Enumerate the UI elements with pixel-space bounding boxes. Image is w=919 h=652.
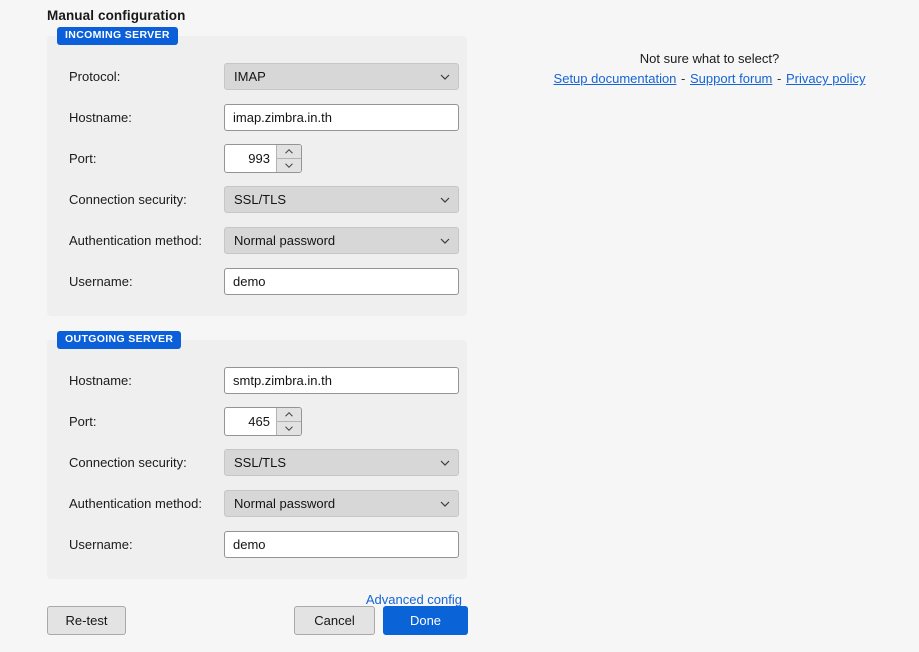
- incoming-protocol-value: IMAP: [234, 69, 266, 84]
- incoming-hostname-value: imap.zimbra.in.th: [233, 110, 332, 125]
- re-test-button[interactable]: Re-test: [47, 606, 126, 635]
- incoming-server-panel: INCOMING SERVER Protocol: IMAP Hostname:: [47, 27, 467, 316]
- page-title: Manual configuration: [47, 8, 186, 23]
- advanced-config-link[interactable]: Advanced config: [366, 592, 462, 607]
- chevron-down-icon: [440, 236, 450, 245]
- stepper-down-icon[interactable]: [277, 421, 301, 435]
- row-incoming-port: Port: 993: [59, 138, 455, 179]
- setup-documentation-link[interactable]: Setup documentation: [554, 71, 677, 86]
- incoming-connection-security-select[interactable]: SSL/TLS: [224, 186, 459, 213]
- row-outgoing-connection-security: Connection security: SSL/TLS: [59, 442, 459, 483]
- row-outgoing-port: Port: 465: [59, 401, 455, 442]
- outgoing-username-input[interactable]: demo: [224, 531, 459, 558]
- outgoing-hostname-input[interactable]: smtp.zimbra.in.th: [224, 367, 459, 394]
- help-column: Not sure what to select? Setup documenta…: [500, 50, 919, 88]
- label-incoming-authentication-method: Authentication method:: [69, 233, 202, 248]
- outgoing-connection-security-value: SSL/TLS: [234, 455, 287, 470]
- row-outgoing-hostname: Hostname: smtp.zimbra.in.th: [59, 360, 459, 401]
- row-incoming-connection-security: Connection security: SSL/TLS: [59, 179, 459, 220]
- label-incoming-username: Username:: [69, 274, 133, 289]
- row-incoming-protocol: Protocol: IMAP: [59, 56, 459, 97]
- outgoing-port-stepper-buttons: [276, 408, 301, 435]
- label-incoming-port: Port:: [69, 151, 97, 166]
- incoming-authentication-method-select[interactable]: Normal password: [224, 227, 459, 254]
- label-outgoing-hostname: Hostname:: [69, 373, 132, 388]
- incoming-username-input[interactable]: demo: [224, 268, 459, 295]
- outgoing-authentication-method-select[interactable]: Normal password: [224, 490, 459, 517]
- incoming-protocol-select[interactable]: IMAP: [224, 63, 459, 90]
- outgoing-username-value: demo: [233, 537, 266, 552]
- row-outgoing-authentication-method: Authentication method: Normal password: [59, 483, 459, 524]
- label-outgoing-port: Port:: [69, 414, 97, 429]
- incoming-port-stepper[interactable]: 993: [224, 144, 302, 173]
- chevron-down-icon: [440, 195, 450, 204]
- cancel-button[interactable]: Cancel: [294, 606, 375, 635]
- row-outgoing-username: Username: demo: [59, 524, 459, 565]
- outgoing-authentication-method-value: Normal password: [234, 496, 336, 511]
- incoming-server-badge: INCOMING SERVER: [57, 27, 178, 45]
- incoming-hostname-input[interactable]: imap.zimbra.in.th: [224, 104, 459, 131]
- help-links: Setup documentation - Support forum - Pr…: [500, 70, 919, 88]
- outgoing-hostname-value: smtp.zimbra.in.th: [233, 373, 332, 388]
- outgoing-server-panel: OUTGOING SERVER Hostname: smtp.zimbra.in…: [47, 331, 467, 579]
- chevron-down-icon: [440, 499, 450, 508]
- row-incoming-username: Username: demo: [59, 261, 459, 302]
- stepper-down-icon[interactable]: [277, 158, 301, 172]
- done-button[interactable]: Done: [383, 606, 468, 635]
- privacy-policy-link[interactable]: Privacy policy: [786, 71, 865, 86]
- row-incoming-authentication-method: Authentication method: Normal password: [59, 220, 459, 261]
- help-question: Not sure what to select?: [639, 51, 780, 66]
- footer-button-bar: Re-test Cancel Done: [47, 606, 468, 636]
- help-link-separator: -: [681, 71, 686, 86]
- incoming-port-stepper-buttons: [276, 145, 301, 172]
- chevron-down-icon: [440, 72, 450, 81]
- outgoing-server-badge: OUTGOING SERVER: [57, 331, 182, 349]
- label-incoming-protocol: Protocol:: [69, 69, 121, 84]
- label-outgoing-connection-security: Connection security:: [69, 455, 187, 470]
- advanced-config-row: Advanced config: [47, 592, 467, 607]
- help-link-separator: -: [777, 71, 782, 86]
- outgoing-port-value: 465: [248, 414, 270, 429]
- stepper-up-icon[interactable]: [277, 145, 301, 158]
- label-outgoing-username: Username:: [69, 537, 133, 552]
- label-outgoing-authentication-method: Authentication method:: [69, 496, 202, 511]
- outgoing-connection-security-select[interactable]: SSL/TLS: [224, 449, 459, 476]
- manual-configuration-page: Manual configuration INCOMING SERVER Pro…: [0, 0, 919, 652]
- outgoing-port-stepper[interactable]: 465: [224, 407, 302, 436]
- config-column: INCOMING SERVER Protocol: IMAP Hostname:: [47, 27, 467, 607]
- row-incoming-hostname: Hostname: imap.zimbra.in.th: [59, 97, 459, 138]
- incoming-username-value: demo: [233, 274, 266, 289]
- label-incoming-connection-security: Connection security:: [69, 192, 187, 207]
- incoming-connection-security-value: SSL/TLS: [234, 192, 287, 207]
- support-forum-link[interactable]: Support forum: [690, 71, 772, 86]
- label-incoming-hostname: Hostname:: [69, 110, 132, 125]
- incoming-authentication-method-value: Normal password: [234, 233, 336, 248]
- incoming-port-value: 993: [248, 151, 270, 166]
- chevron-down-icon: [440, 458, 450, 467]
- stepper-up-icon[interactable]: [277, 408, 301, 421]
